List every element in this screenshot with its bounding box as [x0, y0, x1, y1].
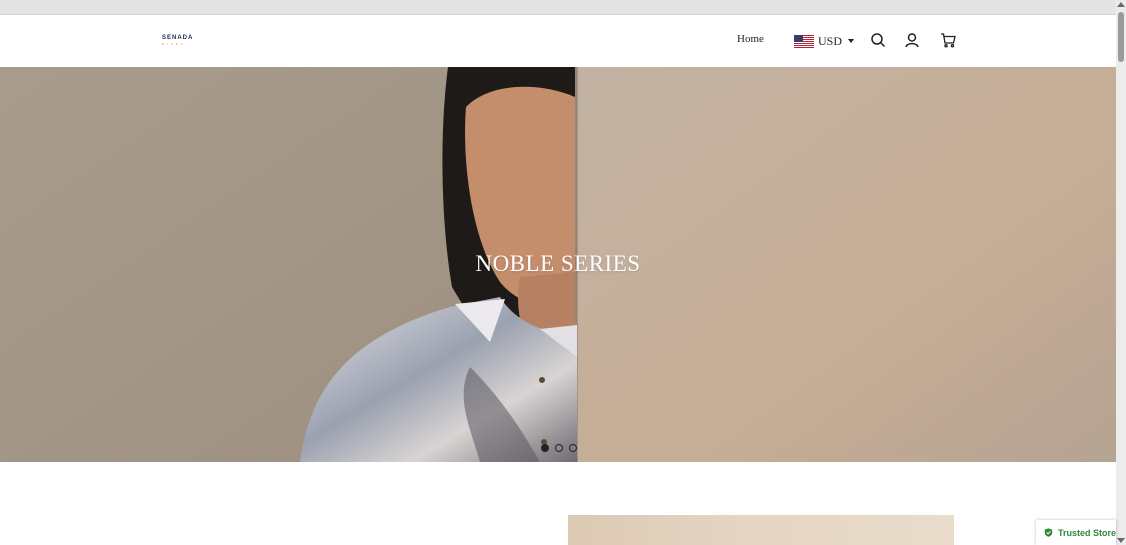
brand-logo[interactable]: SENADA BIKES — [162, 35, 204, 47]
currency-selector[interactable]: USD — [794, 33, 855, 49]
brand-tagline: BIKES — [162, 42, 186, 46]
scroll-up-icon[interactable] — [1117, 2, 1125, 7]
scrollbar-thumb[interactable] — [1118, 12, 1124, 62]
currency-code: USD — [818, 33, 843, 48]
chevron-down-icon — [848, 39, 855, 43]
account-button[interactable] — [904, 32, 920, 48]
slider-pagination — [541, 444, 577, 452]
site-header: SENADA BIKES Home USD — [0, 15, 1116, 67]
slide-dot-1[interactable] — [541, 444, 549, 452]
account-icon — [905, 33, 919, 48]
brand-name: SENADA — [162, 35, 194, 41]
scroll-down-icon[interactable] — [1117, 538, 1125, 543]
search-button[interactable] — [870, 32, 886, 48]
slide-dot-2[interactable] — [555, 444, 563, 452]
slide-dot-3[interactable] — [569, 444, 577, 452]
featured-collection-image[interactable] — [568, 515, 954, 545]
search-icon — [871, 33, 886, 48]
hero-title: NOBLE SERIES — [475, 251, 641, 276]
cart-button[interactable] — [940, 32, 956, 48]
cart-icon — [941, 33, 956, 48]
trusted-store-badge[interactable]: Trusted Store — [1036, 520, 1116, 545]
us-flag-icon — [794, 34, 814, 48]
page-scrollbar[interactable] — [1116, 0, 1126, 545]
hero-banner[interactable]: NOBLE SERIES — [0, 67, 1116, 462]
trusted-store-label: Trusted Store — [1057, 527, 1116, 538]
nav-home-link[interactable]: Home — [737, 33, 764, 45]
shield-check-icon — [1044, 528, 1053, 537]
browser-top-strip — [0, 0, 1116, 15]
